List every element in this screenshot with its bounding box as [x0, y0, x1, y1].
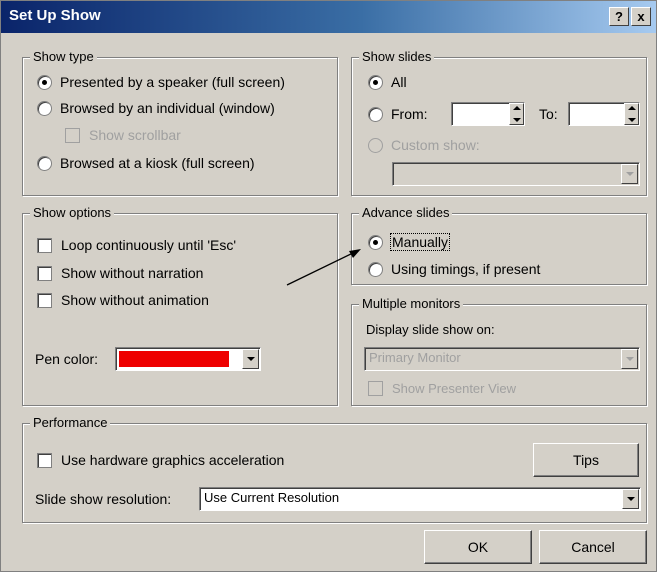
checkbox-indicator — [37, 237, 52, 253]
radio-indicator — [368, 106, 383, 122]
pen-color-picker[interactable] — [115, 347, 261, 371]
ok-label: OK — [467, 539, 489, 555]
advance-slides-group: Advance slides Manually Using timings, i… — [351, 205, 647, 285]
from-spin-button[interactable] — [509, 103, 524, 125]
dialog-title: Set Up Show — [9, 7, 101, 24]
title-bar: Set Up Show ? x — [1, 1, 656, 33]
close-button[interactable]: x — [631, 7, 651, 26]
radio-indicator — [37, 100, 52, 116]
set-up-show-dialog: Set Up Show ? x Show type Presented by a… — [0, 0, 657, 572]
checkbox-indicator — [368, 381, 383, 396]
display-slide-show-on-label: Display slide show on: — [366, 322, 495, 337]
show-scrollbar-label: Show scrollbar — [89, 127, 181, 143]
resolution-value: Use Current Resolution — [204, 490, 340, 505]
show-without-animation-label: Show without animation — [61, 292, 209, 308]
show-without-narration-label: Show without narration — [61, 265, 204, 281]
presented-by-speaker-label: Presented by a speaker (full screen) — [60, 74, 285, 90]
to-spin-button[interactable] — [624, 103, 639, 125]
browsed-at-kiosk-label: Browsed at a kiosk (full screen) — [60, 155, 255, 171]
browsed-by-individual-label: Browsed by an individual (window) — [60, 100, 275, 116]
chevron-down-icon — [621, 349, 638, 369]
show-presenter-view-checkbox: Show Presenter View — [368, 381, 516, 396]
manually-radio[interactable]: Manually — [368, 233, 451, 251]
performance-group: Performance Use hardware graphics accele… — [22, 415, 647, 523]
loop-continuously-label: Loop continuously until 'Esc' — [61, 237, 237, 253]
chevron-down-icon[interactable] — [622, 489, 639, 509]
monitor-dropdown: Primary Monitor — [364, 347, 640, 371]
radio-selected-indicator — [368, 74, 383, 90]
checkbox-indicator — [37, 265, 52, 281]
loop-continuously-checkbox[interactable]: Loop continuously until 'Esc' — [37, 237, 236, 253]
pen-color-label: Pen color: — [35, 351, 99, 367]
tips-button[interactable]: Tips — [533, 443, 639, 477]
show-slides-group: Show slides All From: To: Custom show: — [351, 49, 647, 196]
browsed-by-individual-radio[interactable]: Browsed by an individual (window) — [37, 100, 275, 116]
manually-label: Manually — [389, 233, 451, 251]
hardware-acceleration-label: Use hardware graphics acceleration — [61, 452, 285, 468]
hardware-acceleration-checkbox[interactable]: Use hardware graphics acceleration — [37, 452, 284, 468]
monitor-value: Primary Monitor — [369, 350, 461, 365]
chevron-down-icon — [621, 164, 638, 184]
show-options-legend: Show options — [30, 205, 115, 220]
browsed-at-kiosk-radio[interactable]: Browsed at a kiosk (full screen) — [37, 155, 255, 171]
cancel-button[interactable]: Cancel — [539, 530, 647, 564]
to-label: To: — [539, 106, 558, 122]
custom-show-dropdown — [392, 162, 640, 186]
cancel-label: Cancel — [571, 539, 615, 555]
annotation-arrow-icon — [286, 249, 361, 286]
multiple-monitors-legend: Multiple monitors — [359, 296, 464, 311]
checkbox-indicator — [37, 452, 52, 468]
show-without-narration-checkbox[interactable]: Show without narration — [37, 265, 203, 281]
ok-button[interactable]: OK — [424, 530, 532, 564]
presented-by-speaker-radio[interactable]: Presented by a speaker (full screen) — [37, 74, 285, 90]
from-slide-radio[interactable]: From: — [368, 106, 428, 122]
resolution-dropdown[interactable]: Use Current Resolution — [199, 487, 641, 511]
using-timings-radio[interactable]: Using timings, if present — [368, 261, 540, 277]
show-type-legend: Show type — [30, 49, 97, 64]
tips-label: Tips — [573, 452, 599, 468]
show-without-animation-checkbox[interactable]: Show without animation — [37, 292, 209, 308]
show-type-group: Show type Presented by a speaker (full s… — [22, 49, 338, 196]
radio-indicator — [368, 137, 383, 153]
show-presenter-view-label: Show Presenter View — [392, 381, 517, 396]
chevron-down-icon[interactable] — [242, 349, 259, 369]
radio-indicator — [37, 155, 52, 171]
checkbox-indicator — [37, 292, 52, 308]
slide-show-resolution-label: Slide show resolution: — [35, 491, 172, 507]
using-timings-label: Using timings, if present — [391, 261, 541, 277]
from-label: From: — [391, 106, 428, 122]
advance-slides-legend: Advance slides — [359, 205, 453, 220]
performance-legend: Performance — [30, 415, 111, 430]
pen-color-swatch — [119, 351, 229, 367]
all-slides-label: All — [391, 74, 407, 90]
all-slides-radio[interactable]: All — [368, 74, 407, 90]
radio-selected-indicator — [37, 74, 52, 90]
custom-show-label: Custom show: — [391, 137, 480, 153]
custom-show-radio: Custom show: — [368, 137, 480, 153]
checkbox-indicator — [65, 127, 80, 143]
help-button[interactable]: ? — [609, 7, 629, 26]
show-slides-legend: Show slides — [359, 49, 435, 64]
show-scrollbar-checkbox: Show scrollbar — [65, 127, 181, 143]
multiple-monitors-group: Multiple monitors Display slide show on:… — [351, 296, 647, 406]
